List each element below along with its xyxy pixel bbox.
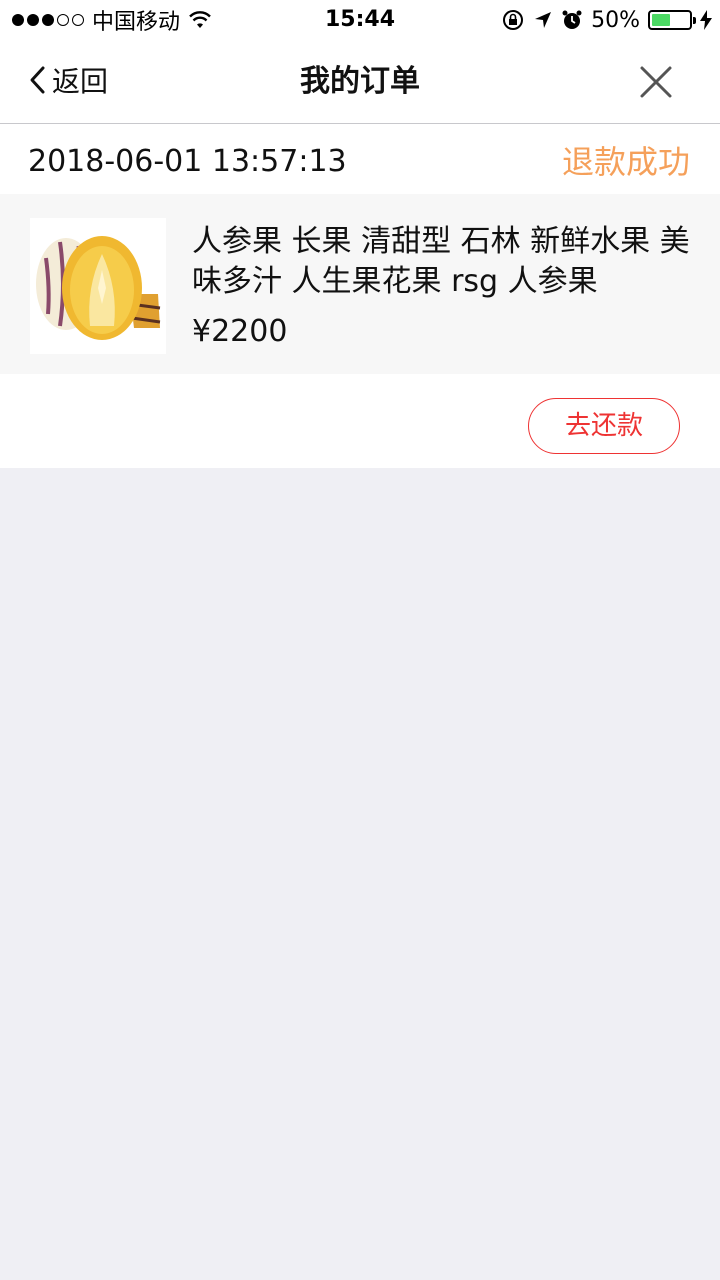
product-title: 人参果 长果 清甜型 石林 新鲜水果 美味多汁 人生果花果 rsg 人参果 bbox=[192, 224, 690, 299]
order-datetime: 2018-06-01 13:57:13 bbox=[28, 144, 347, 179]
order-header: 2018-06-01 13:57:13 退款成功 bbox=[0, 124, 720, 194]
product-price: ¥2200 bbox=[192, 314, 288, 349]
order-status: 退款成功 bbox=[561, 143, 690, 181]
location-icon bbox=[535, 12, 552, 28]
status-right: 50% bbox=[501, 0, 712, 40]
orientation-lock-icon bbox=[503, 10, 524, 30]
repay-button[interactable]: 去还款 bbox=[528, 398, 680, 454]
order-item[interactable]: 人参果 长果 清甜型 石林 新鲜水果 美味多汁 人生果花果 rsg 人参果 ¥2… bbox=[0, 194, 720, 374]
battery-icon bbox=[648, 10, 696, 30]
page-title: 我的订单 bbox=[300, 64, 420, 99]
nav-bar: 返回 我的订单 bbox=[0, 40, 720, 124]
battery-percent: 50% bbox=[591, 7, 640, 33]
close-icon[interactable] bbox=[636, 62, 676, 102]
product-image bbox=[30, 218, 166, 354]
status-bar: 中国移动 15:44 50% bbox=[0, 0, 720, 40]
order-actions: 去还款 bbox=[0, 374, 720, 468]
charging-icon bbox=[700, 10, 712, 30]
alarm-icon bbox=[562, 10, 582, 29]
